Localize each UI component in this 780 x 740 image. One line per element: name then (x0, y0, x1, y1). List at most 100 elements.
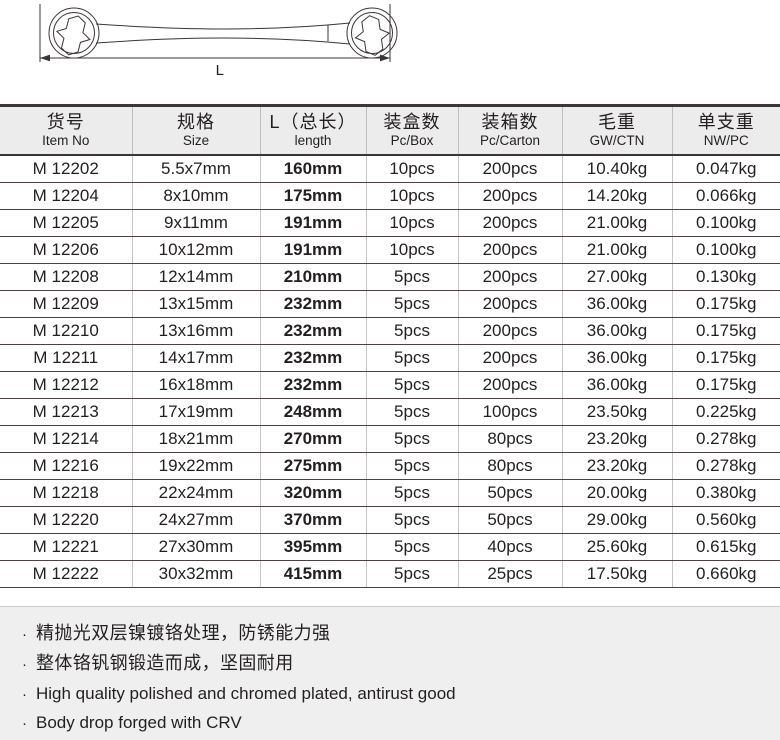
feature-text: High quality polished and chromed plated… (36, 683, 456, 703)
table-row: M 12216 19x22mm 275mm 5pcs 80pcs 23.20kg 0.278… (0, 452, 780, 480)
cell-pc_carton: 25pcs (457, 560, 562, 588)
cell-gw_ctn: 29.00kg (561, 506, 672, 534)
dimension-line (39, 4, 391, 62)
cell-gw_ctn: 10.40kg (561, 155, 672, 183)
cell-pc_box: 5pcs (365, 479, 458, 507)
cell-pc_box: 5pcs (365, 533, 458, 561)
cell-size: 24x27mm (131, 506, 260, 534)
cell-pc_carton: 80pcs (457, 425, 562, 453)
cell-pc_carton: 200pcs (457, 209, 562, 237)
table-row: M 12222 30x32mm 415mm 5pcs 25pcs 17.50kg 0.660… (0, 560, 780, 588)
column-header-gw_ctn: 毛重 GW/CTN (561, 104, 672, 157)
cell-gw_ctn: 23.20kg (561, 425, 672, 453)
arrow-left-icon (40, 54, 50, 62)
cell-pc_box: 5pcs (365, 371, 458, 399)
cell-size: 13x16mm (131, 317, 260, 345)
column-header-en: Pc/Carton (479, 133, 541, 149)
features-panel: · 精抛光双层镍镀铬处理，防锈能力强 · 整体铬钒钢锻造而成，坚固耐用 · High qu… (0, 605, 780, 740)
table-row: M 12211 14x17mm 232mm 5pcs 200pcs 36.00kg 0.17… (0, 344, 780, 372)
cell-pc_carton: 200pcs (457, 344, 562, 372)
cell-item_no: M 12209 (0, 290, 132, 318)
cell-size: 17x19mm (131, 398, 260, 426)
column-header-en: Item No (42, 133, 90, 149)
cell-nw_pc: 0.047kg (671, 155, 780, 183)
column-header-pc_carton: 装箱数 Pc/Carton (457, 104, 562, 157)
column-header-length: L（总长） length (259, 104, 366, 157)
column-header-pc_box: 装盒数 Pc/Box (365, 104, 458, 157)
table-row: M 12206 10x12mm 191mm 10pcs 200pcs 21.00kg 0.1… (0, 236, 780, 264)
column-header-en: length (294, 133, 332, 149)
product-figure: L (0, 0, 780, 104)
cell-nw_pc: 0.278kg (671, 452, 780, 480)
cell-length: 191mm (259, 209, 366, 237)
cell-pc_carton: 200pcs (457, 317, 562, 345)
cell-pc_carton: 200pcs (457, 371, 562, 399)
cell-length: 320mm (259, 479, 366, 507)
column-header-cn: 毛重 (598, 112, 636, 132)
cell-size: 9x11mm (131, 209, 260, 237)
table-row: M 12205 9x11mm 191mm 10pcs 200pcs 21.00kg 0.10… (0, 209, 780, 237)
cell-item_no: M 12210 (0, 317, 132, 345)
cell-pc_box: 5pcs (365, 317, 458, 345)
cell-item_no: M 12216 (0, 452, 132, 480)
cell-pc_box: 5pcs (365, 344, 458, 372)
cell-gw_ctn: 23.20kg (561, 452, 672, 480)
cell-pc_box: 5pcs (365, 398, 458, 426)
cell-length: 415mm (259, 560, 366, 588)
cell-length: 270mm (259, 425, 366, 453)
cell-item_no: M 12218 (0, 479, 132, 507)
cell-length: 232mm (259, 371, 366, 399)
column-header-cn: 装箱数 (481, 112, 539, 132)
cell-size: 10x12mm (131, 236, 260, 264)
cell-nw_pc: 0.278kg (671, 425, 780, 453)
column-header-cn: 规格 (177, 112, 215, 132)
cell-pc_carton: 200pcs (457, 290, 562, 318)
column-header-cn: 货号 (46, 112, 85, 132)
cell-size: 30x32mm (131, 560, 260, 588)
cell-nw_pc: 0.175kg (671, 371, 780, 399)
bullet-icon: · (22, 656, 27, 674)
cell-item_no: M 12208 (0, 263, 132, 291)
bullet-icon: · (22, 714, 27, 732)
cell-size: 27x30mm (131, 533, 260, 561)
cell-length: 210mm (259, 263, 366, 291)
cell-nw_pc: 0.100kg (671, 209, 780, 237)
table-row: M 12221 27x30mm 395mm 5pcs 40pcs 25.60kg 0.615… (0, 533, 780, 561)
table-row: M 12220 24x27mm 370mm 5pcs 50pcs 29.00kg 0.560… (0, 506, 780, 534)
cell-item_no: M 12202 (0, 155, 132, 183)
column-header-cn: 装盒数 (383, 112, 441, 132)
cell-pc_carton: 200pcs (457, 155, 562, 183)
table-row: M 12202 5.5x7mm 160mm 10pcs 200pcs 10.40kg 0.0… (0, 155, 780, 183)
cell-gw_ctn: 23.50kg (561, 398, 672, 426)
cell-size: 22x24mm (131, 479, 260, 507)
cell-pc_box: 5pcs (365, 290, 458, 318)
table-row: M 12208 12x14mm 210mm 5pcs 200pcs 27.00kg 0.13… (0, 263, 780, 291)
cell-item_no: M 12211 (0, 344, 132, 372)
cell-pc_box: 10pcs (365, 209, 458, 237)
cell-nw_pc: 0.225kg (671, 398, 780, 426)
column-header-en: GW/CTN (589, 133, 645, 149)
table-row: M 12210 13x16mm 232mm 5pcs 200pcs 36.00kg 0.17… (0, 317, 780, 345)
cell-item_no: M 12204 (0, 182, 132, 210)
cell-gw_ctn: 25.60kg (561, 533, 672, 561)
cell-length: 275mm (259, 452, 366, 480)
cell-pc_carton: 80pcs (457, 452, 562, 480)
cell-size: 19x22mm (131, 452, 260, 480)
cell-length: 370mm (259, 506, 366, 534)
cell-length: 248mm (259, 398, 366, 426)
table-row: M 12214 18x21mm 270mm 5pcs 80pcs 23.20kg 0.278… (0, 425, 780, 453)
cell-nw_pc: 0.100kg (671, 236, 780, 264)
column-header-item_no: 货号 Item No (0, 104, 132, 157)
cell-size: 14x17mm (131, 344, 260, 372)
cell-length: 191mm (259, 236, 366, 264)
column-header-nw_pc: 单支重 NW/PC (671, 104, 780, 157)
cell-pc_carton: 200pcs (457, 236, 562, 264)
cell-nw_pc: 0.175kg (671, 344, 780, 372)
cell-length: 175mm (259, 182, 366, 210)
cell-pc_box: 5pcs (365, 452, 458, 480)
cell-gw_ctn: 36.00kg (561, 290, 672, 318)
cell-pc_box: 5pcs (365, 560, 458, 588)
cell-pc_box: 5pcs (365, 263, 458, 291)
cell-length: 395mm (259, 533, 366, 561)
column-header-size: 规格 Size (131, 104, 260, 157)
